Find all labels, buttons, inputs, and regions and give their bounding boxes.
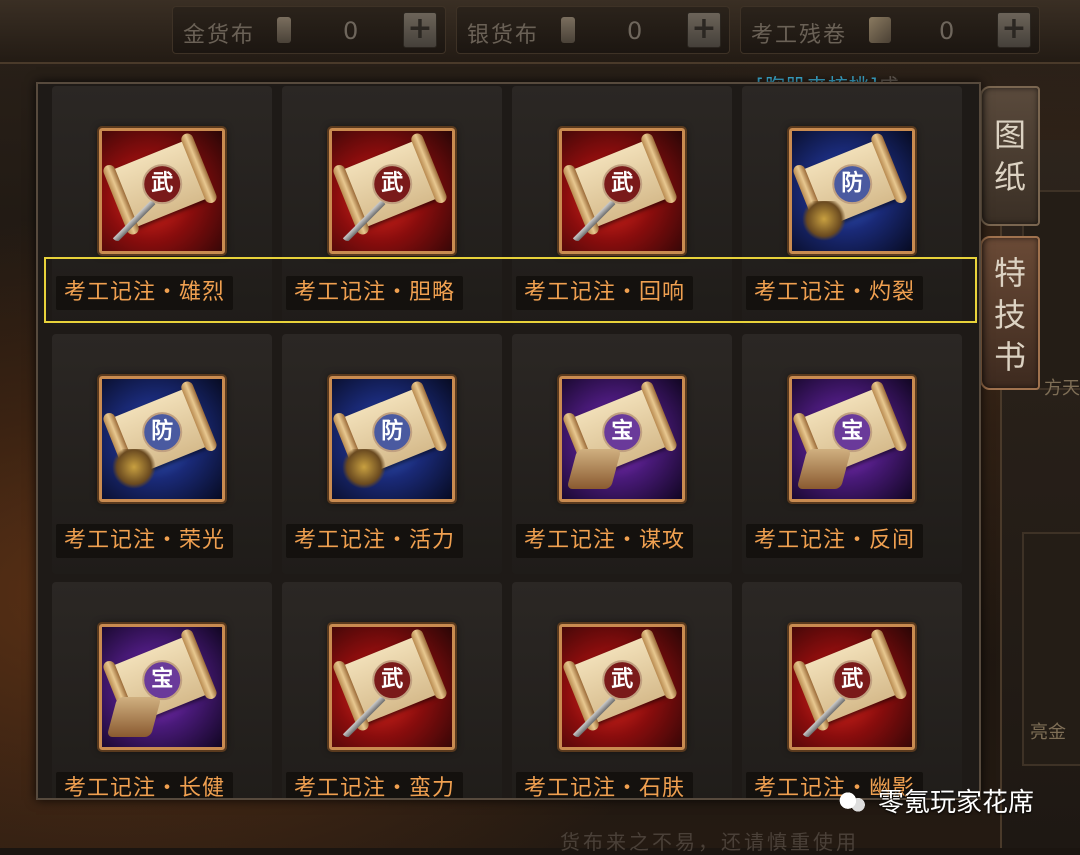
skill-book-name: 考工记注・长健 <box>56 772 234 798</box>
skill-book-item[interactable]: 武考工记注・幽影 <box>742 582 962 798</box>
currency-gold-cloth: 金货布 0 + <box>172 6 446 54</box>
weapon-icon <box>342 201 386 241</box>
armor-icon <box>342 449 386 489</box>
skill-book-item[interactable]: 防考工记注・荣光 <box>52 334 272 574</box>
skill-book-name: 考工记注・活力 <box>286 524 464 558</box>
seal-badge: 武 <box>142 164 183 205</box>
seal-badge: 武 <box>832 660 873 701</box>
skill-book-item[interactable]: 宝考工记注・谋攻 <box>512 334 732 574</box>
skill-book-item[interactable]: 武考工记注・雄烈 <box>52 86 272 326</box>
side-text: 方天 <box>1044 378 1080 399</box>
tab-label-char: 特 <box>993 254 1026 292</box>
add-gold-cloth-button[interactable]: + <box>403 12 437 48</box>
tab-skill-books[interactable]: 特 技 书 <box>980 236 1040 390</box>
seal-badge: 武 <box>602 164 643 205</box>
tab-label-char: 书 <box>993 338 1026 376</box>
seal-badge: 防 <box>832 164 873 205</box>
armor-icon <box>112 449 156 489</box>
tab-blueprints[interactable]: 图 纸 <box>980 86 1040 226</box>
currency-label: 考工残卷 <box>751 23 848 48</box>
gold-cloth-icon <box>277 17 291 43</box>
weapon-icon <box>802 697 846 737</box>
tab-label-char: 纸 <box>993 158 1026 196</box>
skill-book-list[interactable]: 武考工记注・雄烈武考工记注・胆略武考工记注・回响防考工记注・灼裂防考工记注・荣光… <box>36 82 981 800</box>
seal-badge: 防 <box>142 412 183 453</box>
skill-book-item[interactable]: 宝考工记注・反间 <box>742 334 962 574</box>
currency-label: 银货布 <box>467 23 540 48</box>
skill-book-name: 考工记注・灼裂 <box>746 276 924 310</box>
skill-book-icon[interactable]: 武 <box>329 624 455 750</box>
skill-book-icon[interactable]: 武 <box>559 128 685 254</box>
weapon-icon <box>572 201 616 241</box>
skill-book-icon[interactable]: 武 <box>329 128 455 254</box>
currency-value: 0 <box>939 17 955 45</box>
watermark: 零氪玩家花席 <box>836 782 1034 819</box>
skill-book-name: 考工记注・胆略 <box>286 276 464 310</box>
silver-cloth-icon <box>561 17 575 43</box>
currency-silver-cloth: 银货布 0 + <box>456 6 730 54</box>
book-icon <box>796 449 852 489</box>
armor-icon <box>802 201 846 241</box>
add-scroll-fragment-button[interactable]: + <box>997 12 1031 48</box>
seal-badge: 武 <box>602 660 643 701</box>
seal-badge: 防 <box>372 412 413 453</box>
weapon-icon <box>342 697 386 737</box>
skill-book-item[interactable]: 宝考工记注・长健 <box>52 582 272 798</box>
scroll-fragment-icon <box>869 17 891 43</box>
watermark-text: 零氪玩家花席 <box>878 788 1035 818</box>
skill-book-item[interactable]: 防考工记注・活力 <box>282 334 502 574</box>
skill-book-item[interactable]: 武考工记注・回响 <box>512 86 732 326</box>
skill-book-item[interactable]: 武考工记注・石肤 <box>512 582 732 798</box>
skill-book-name: 考工记注・石肤 <box>516 772 694 798</box>
side-text: 亮金 <box>1030 722 1066 743</box>
skill-book-icon[interactable]: 防 <box>329 376 455 502</box>
skill-book-icon[interactable]: 宝 <box>559 376 685 502</box>
weapon-icon <box>572 697 616 737</box>
currency-bar: 金货布 0 + 银货布 0 + 考工残卷 0 + <box>0 0 1080 64</box>
tab-label-char: 技 <box>993 296 1026 334</box>
book-icon <box>106 697 162 737</box>
seal-badge: 武 <box>372 164 413 205</box>
skill-book-item[interactable]: 武考工记注・胆略 <box>282 86 502 326</box>
bottom-note: 货布来之不易，还请慎重使用 <box>560 830 859 854</box>
skill-book-name: 考工记注・回响 <box>516 276 694 310</box>
skill-book-icon[interactable]: 武 <box>789 624 915 750</box>
add-silver-cloth-button[interactable]: + <box>687 12 721 48</box>
skill-book-name: 考工记注・雄烈 <box>56 276 234 310</box>
skill-book-item[interactable]: 防考工记注・灼裂 <box>742 86 962 326</box>
seal-badge: 宝 <box>832 412 873 453</box>
weapon-icon <box>112 201 156 241</box>
currency-scroll-fragment: 考工残卷 0 + <box>740 6 1040 54</box>
skill-book-name: 考工记注・荣光 <box>56 524 234 558</box>
book-icon <box>566 449 622 489</box>
skill-book-icon[interactable]: 武 <box>99 128 225 254</box>
skill-book-name: 考工记注・反间 <box>746 524 924 558</box>
seal-badge: 宝 <box>142 660 183 701</box>
tab-label-char: 图 <box>993 116 1026 154</box>
skill-book-icon[interactable]: 宝 <box>789 376 915 502</box>
skill-book-icon[interactable]: 防 <box>789 128 915 254</box>
skill-book-icon[interactable]: 宝 <box>99 624 225 750</box>
skill-book-icon[interactable]: 防 <box>99 376 225 502</box>
seal-badge: 宝 <box>602 412 643 453</box>
currency-value: 0 <box>627 17 643 45</box>
skill-book-name: 考工记注・蛮力 <box>286 772 464 798</box>
chat-bubble-icon <box>836 788 870 816</box>
skill-book-icon[interactable]: 武 <box>559 624 685 750</box>
currency-value: 0 <box>343 17 359 45</box>
skill-book-item[interactable]: 武考工记注・蛮力 <box>282 582 502 798</box>
seal-badge: 武 <box>372 660 413 701</box>
skill-book-name: 考工记注・谋攻 <box>516 524 694 558</box>
currency-label: 金货布 <box>183 23 256 48</box>
